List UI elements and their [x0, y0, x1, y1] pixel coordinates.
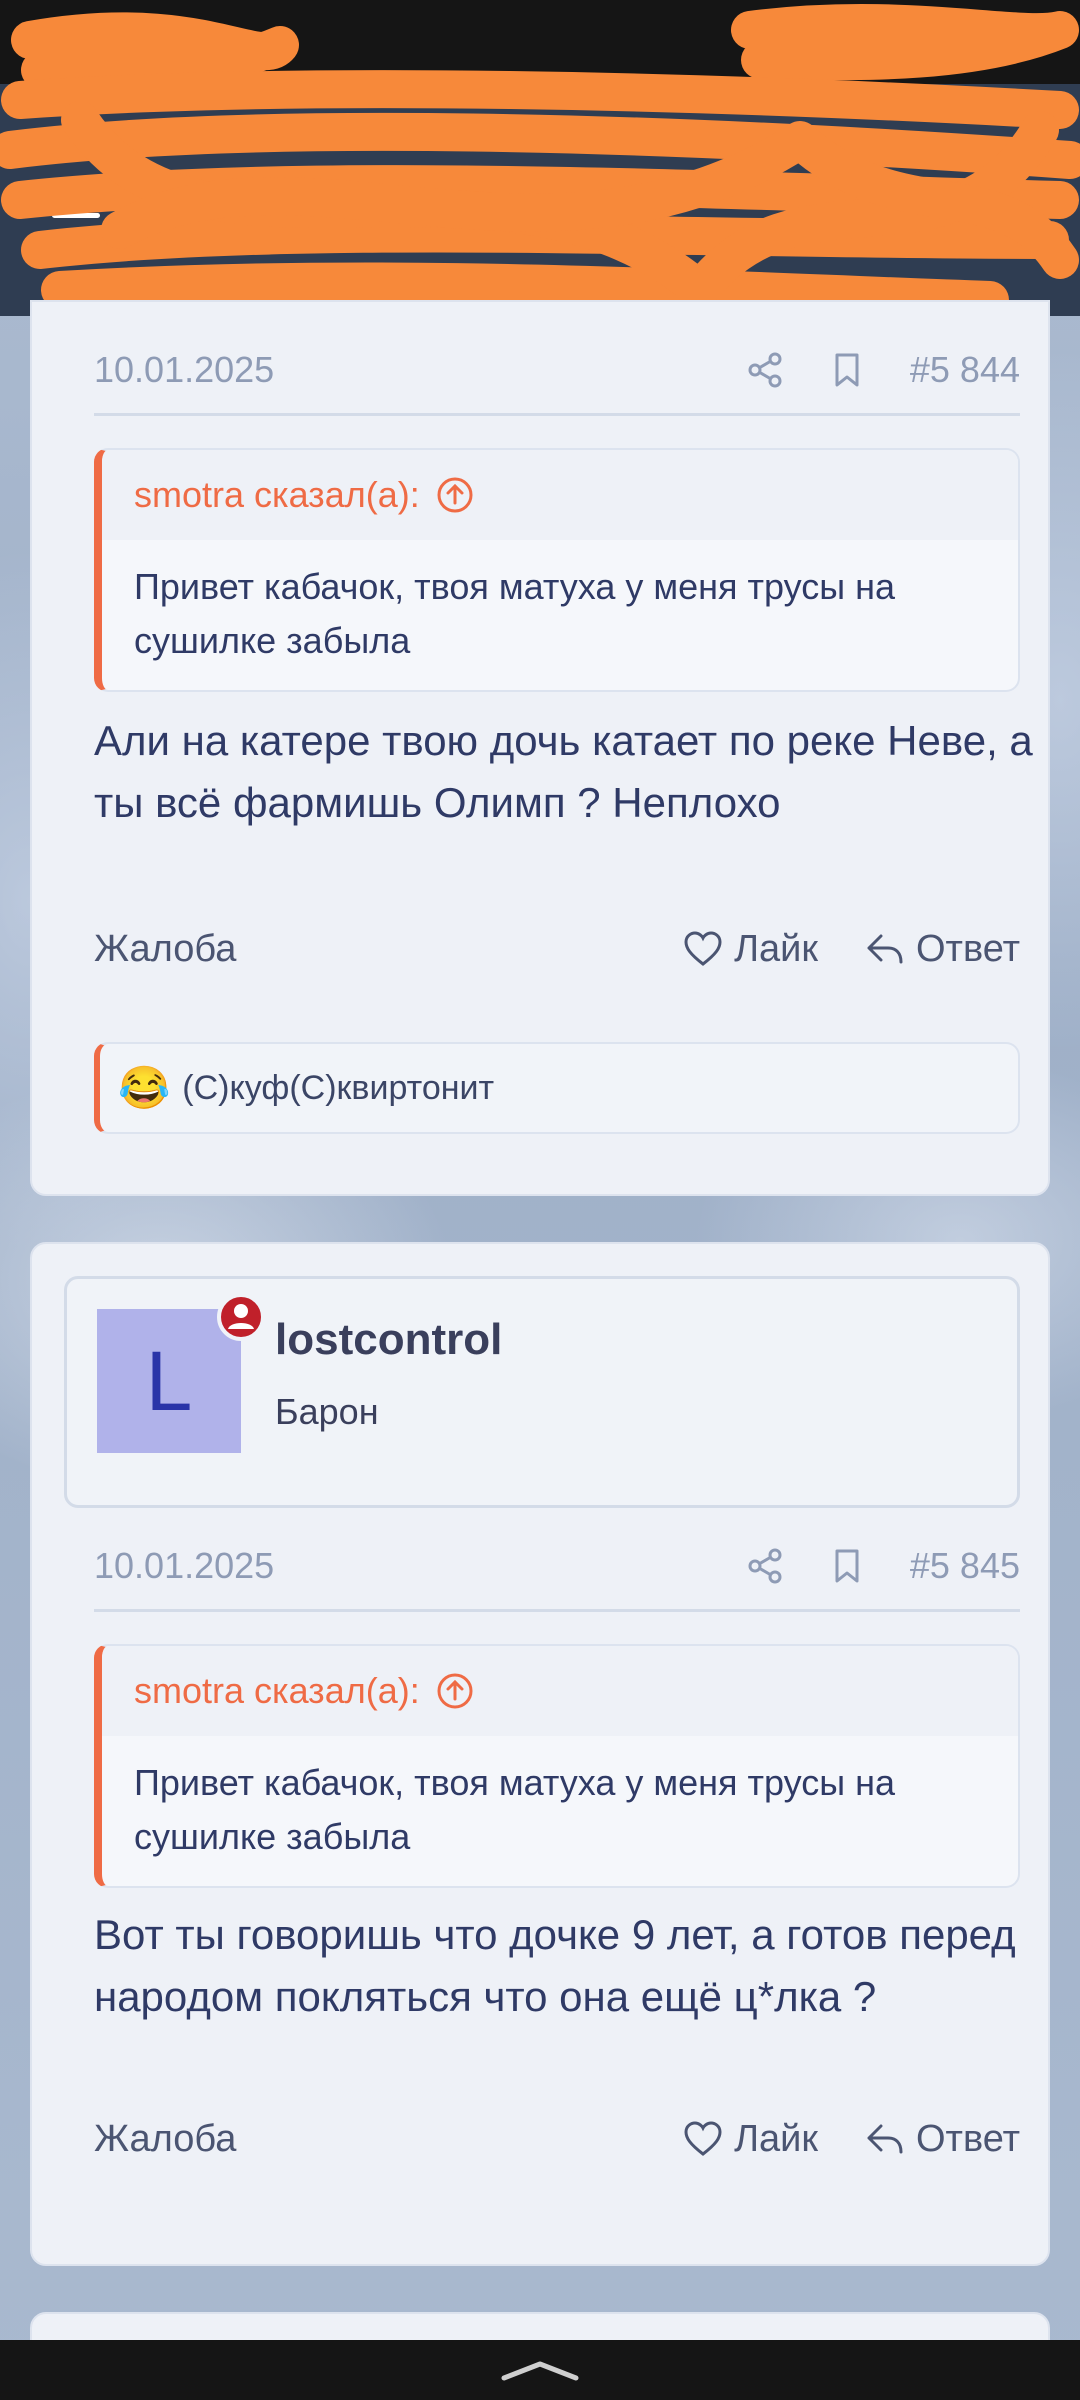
quote-author: smotra сказал(а): [134, 1670, 420, 1711]
heart-icon [684, 931, 722, 966]
avatar-letter: L [145, 1333, 193, 1428]
search-icon[interactable] [982, 177, 1028, 223]
post-body: Али на катере твою дочь катает по реке Н… [94, 717, 1033, 826]
quote-block: smotra сказал(а): Привет кабачок, твоя м… [94, 448, 1020, 692]
user-title: Барон [275, 1391, 379, 1432]
status-icons: ▮▮▮ 27 [910, 25, 1030, 60]
reply-label: Ответ [916, 2117, 1020, 2160]
user-info-box: L lostcontrol Барон [64, 1276, 1020, 1508]
post-meta: 10.01.2025 #5 844 [94, 326, 1020, 416]
bookmark-icon[interactable] [828, 351, 866, 389]
post-number[interactable]: #5 844 [910, 349, 1020, 391]
menu-icon[interactable] [52, 182, 100, 218]
report-button[interactable]: Жалоба [94, 928, 236, 971]
avatar[interactable]: L [97, 1309, 241, 1453]
share-icon[interactable] [746, 351, 784, 389]
post-meta-actions: #5 845 [746, 1545, 1020, 1587]
post-meta: 10.01.2025 #5 845 [94, 1522, 1020, 1612]
reaction-bar[interactable]: 😂 (С)куф(С)квиртонит [94, 1042, 1020, 1134]
heart-icon [684, 2121, 722, 2156]
post-body: Вот ты говоришь что дочке 9 лет, а готов… [94, 1911, 1016, 2020]
reply-button[interactable]: Ответ [864, 2118, 1020, 2161]
username[interactable]: lostcontrol [275, 1315, 502, 1365]
battery-level: 27 [989, 30, 1015, 54]
quote-header[interactable]: smotra сказал(а): [102, 1646, 1018, 1736]
share-icon[interactable] [746, 1547, 784, 1585]
user-status-icon [217, 1293, 265, 1341]
quote-text: Привет кабачок, твоя матуха у меня трусы… [134, 566, 896, 661]
post-number[interactable]: #5 845 [910, 1545, 1020, 1587]
reaction-emoji-icon: 😂 [118, 1063, 171, 1111]
like-label: Лайк [734, 2117, 818, 2160]
reply-button[interactable]: Ответ [864, 928, 1020, 971]
site-logo[interactable] [241, 170, 541, 230]
post-card: 10.01.2025 #5 844 smotra сказал(а): Прив… [30, 300, 1050, 1196]
post-card: L lostcontrol Барон 10.01.2025 #5 845 sm… [30, 1242, 1050, 2266]
chevron-up-icon[interactable] [500, 2358, 580, 2382]
post-date[interactable]: 10.01.2025 [94, 1545, 274, 1587]
post-meta-actions: #5 844 [746, 349, 1020, 391]
quote-text: Привет кабачок, твоя матуха у меня трусы… [134, 1762, 896, 1857]
post-actions: Жалоба Лайк Ответ [94, 914, 1020, 984]
reply-label: Ответ [916, 927, 1020, 970]
reply-icon [867, 2124, 903, 2154]
bookmark-icon[interactable] [828, 1547, 866, 1585]
like-button[interactable]: Лайк [682, 2118, 818, 2161]
quote-header[interactable]: smotra сказал(а): [102, 450, 1018, 540]
post-actions: Жалоба Лайк Ответ [94, 2104, 1020, 2174]
post-action-group: Лайк Ответ [682, 2118, 1020, 2161]
report-button[interactable]: Жалоба [94, 2118, 236, 2161]
arrow-up-circle-icon[interactable] [436, 1672, 474, 1710]
reaction-users[interactable]: (С)куф(С)квиртонит [182, 1069, 494, 1108]
quote-author: smotra сказал(а): [134, 474, 420, 515]
signal-icon: ▮▮▮ [910, 24, 960, 60]
arrow-up-circle-icon[interactable] [436, 476, 474, 514]
reply-icon [867, 934, 903, 964]
quote-block: smotra сказал(а): Привет кабачок, твоя м… [94, 1644, 1020, 1888]
app-header [0, 84, 1080, 316]
system-nav-bar [0, 2340, 1080, 2400]
like-label: Лайк [734, 927, 818, 970]
post-date[interactable]: 10.01.2025 [94, 349, 274, 391]
post-action-group: Лайк Ответ [682, 928, 1020, 971]
battery-icon: 27 [974, 27, 1030, 57]
like-button[interactable]: Лайк [682, 928, 818, 971]
status-bar: ▮▮▮ 27 [0, 0, 1080, 84]
